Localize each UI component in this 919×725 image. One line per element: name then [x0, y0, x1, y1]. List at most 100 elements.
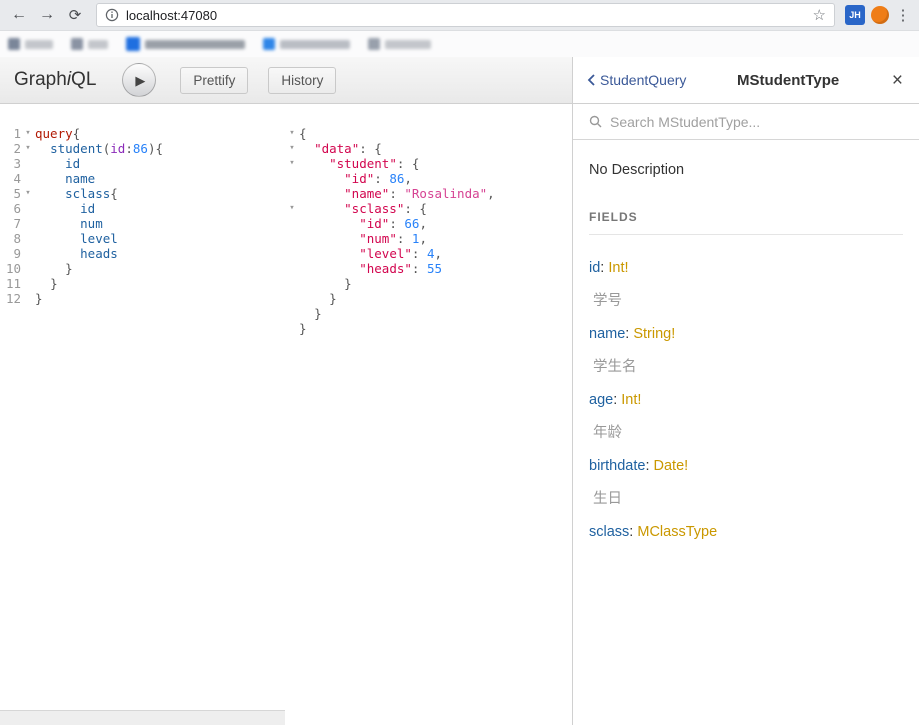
bookmark-item[interactable] — [8, 38, 53, 50]
url-bar[interactable]: localhost:47080 ☆ — [96, 3, 835, 27]
bookmark-favicon — [8, 38, 20, 50]
extension-jh-icon[interactable]: JH — [845, 5, 865, 25]
code-text: } — [299, 276, 352, 291]
close-doc-icon[interactable]: × — [890, 71, 905, 90]
fold-spacer — [285, 231, 299, 246]
doc-field-line: age: Int! — [589, 391, 903, 410]
url-text: localhost:47080 — [126, 8, 806, 23]
doc-field-line: sclass: MClassType — [589, 523, 903, 542]
code-text: } — [35, 261, 73, 276]
fold-spacer — [285, 216, 299, 231]
line-number: 5 — [0, 186, 21, 201]
fold-arrow-icon[interactable]: ▾ — [285, 201, 299, 216]
query-variables-bar[interactable] — [0, 710, 285, 725]
field-name-link[interactable]: age — [589, 392, 613, 408]
query-editor[interactable]: 1▾query{2▾ student(id:86){3 id4 name5▾ s… — [0, 104, 285, 725]
code-text: "num": 1, — [299, 231, 427, 246]
fold-spacer — [21, 216, 35, 231]
bookmark-label-redacted — [385, 40, 431, 49]
code-text: student(id:86){ — [35, 141, 163, 156]
graphiql-editor-side: GraphiQL ▶ Prettify History 1▾query{2▾ s… — [0, 57, 572, 725]
code-text: } — [299, 291, 337, 306]
code-text: id — [35, 156, 80, 171]
doc-back-label: StudentQuery — [600, 72, 686, 88]
fold-arrow-icon[interactable]: ▾ — [285, 126, 299, 141]
code-line: "num": 1, — [285, 231, 572, 246]
prettify-button[interactable]: Prettify — [180, 67, 248, 94]
fields-list: id: Int!学号name: String!学生名age: Int!年龄bir… — [589, 259, 903, 542]
fold-spacer — [285, 291, 299, 306]
bookmark-favicon — [263, 38, 275, 50]
fold-spacer — [285, 186, 299, 201]
bookmark-star-icon[interactable]: ☆ — [813, 6, 826, 24]
code-line: 8 level — [0, 231, 285, 246]
fold-spacer — [21, 246, 35, 261]
fold-arrow-icon[interactable]: ▾ — [285, 156, 299, 171]
code-line: 4 name — [0, 171, 285, 186]
code-line: } — [285, 276, 572, 291]
doc-explorer-header: StudentQuery MStudentType × — [573, 57, 919, 104]
browser-menu-icon[interactable]: ⋮ — [895, 6, 911, 24]
type-name-link[interactable]: MClassType — [637, 524, 717, 540]
line-number: 8 — [0, 231, 21, 246]
type-name-link[interactable]: Int! — [608, 260, 628, 276]
page-info-icon[interactable] — [105, 8, 119, 22]
code-text: } — [35, 276, 58, 291]
code-text: } — [299, 321, 307, 336]
type-name-link[interactable]: Date! — [654, 458, 689, 474]
doc-search-input[interactable] — [610, 114, 903, 130]
code-line: "id": 86, — [285, 171, 572, 186]
bookmark-favicon — [126, 37, 140, 51]
fold-spacer — [21, 201, 35, 216]
fold-spacer — [21, 231, 35, 246]
type-name-link[interactable]: String! — [633, 326, 675, 342]
doc-back-link[interactable]: StudentQuery — [587, 72, 686, 88]
code-line: "level": 4, — [285, 246, 572, 261]
code-line: } — [285, 321, 572, 336]
code-line: } — [285, 306, 572, 321]
bookmark-item[interactable] — [263, 38, 350, 50]
line-number: 3 — [0, 156, 21, 171]
field-description: 学生名 — [593, 358, 903, 377]
fold-arrow-icon[interactable]: ▾ — [21, 186, 35, 201]
extension-orange-icon[interactable] — [871, 6, 889, 24]
field-name-link[interactable]: name — [589, 326, 625, 342]
field-name-link[interactable]: id — [589, 260, 600, 276]
type-name-link[interactable]: Int! — [621, 392, 641, 408]
fold-spacer — [285, 246, 299, 261]
doc-field-line: name: String! — [589, 325, 903, 344]
field-name-link[interactable]: sclass — [589, 524, 629, 540]
code-line: 6 id — [0, 201, 285, 216]
code-text: "sclass": { — [299, 201, 427, 216]
graphiql-logo: GraphiQL — [14, 69, 96, 91]
code-line: ▾ "data": { — [285, 141, 572, 156]
fold-arrow-icon[interactable]: ▾ — [21, 126, 35, 141]
code-line: "id": 66, — [285, 216, 572, 231]
forward-button[interactable]: → — [36, 7, 58, 23]
back-button[interactable]: ← — [8, 7, 30, 23]
bookmark-item[interactable] — [126, 37, 245, 51]
fold-spacer — [21, 261, 35, 276]
fold-arrow-icon[interactable]: ▾ — [285, 141, 299, 156]
field-description: 年龄 — [593, 424, 903, 443]
field-name-link[interactable]: birthdate — [589, 458, 645, 474]
code-text: name — [35, 171, 95, 186]
execute-query-button[interactable]: ▶ — [122, 63, 156, 97]
line-number: 9 — [0, 246, 21, 261]
code-line: ▾{ — [285, 126, 572, 141]
bookmark-item[interactable] — [368, 38, 431, 50]
fold-arrow-icon[interactable]: ▾ — [21, 141, 35, 156]
code-line: 3 id — [0, 156, 285, 171]
line-number: 12 — [0, 291, 21, 306]
history-button[interactable]: History — [268, 67, 336, 94]
code-line: ▾ "sclass": { — [285, 201, 572, 216]
doc-content: No Description FIELDS id: Int!学号name: St… — [573, 140, 919, 725]
doc-search-bar — [573, 104, 919, 140]
code-line: 12} — [0, 291, 285, 306]
doc-field-item: age: Int! 年龄 — [589, 391, 903, 443]
search-icon — [589, 115, 602, 128]
bookmark-item[interactable] — [71, 38, 108, 50]
doc-title: MStudentType — [686, 72, 890, 89]
bookmark-label-redacted — [88, 40, 108, 49]
reload-button[interactable]: ⟳ — [64, 8, 86, 23]
